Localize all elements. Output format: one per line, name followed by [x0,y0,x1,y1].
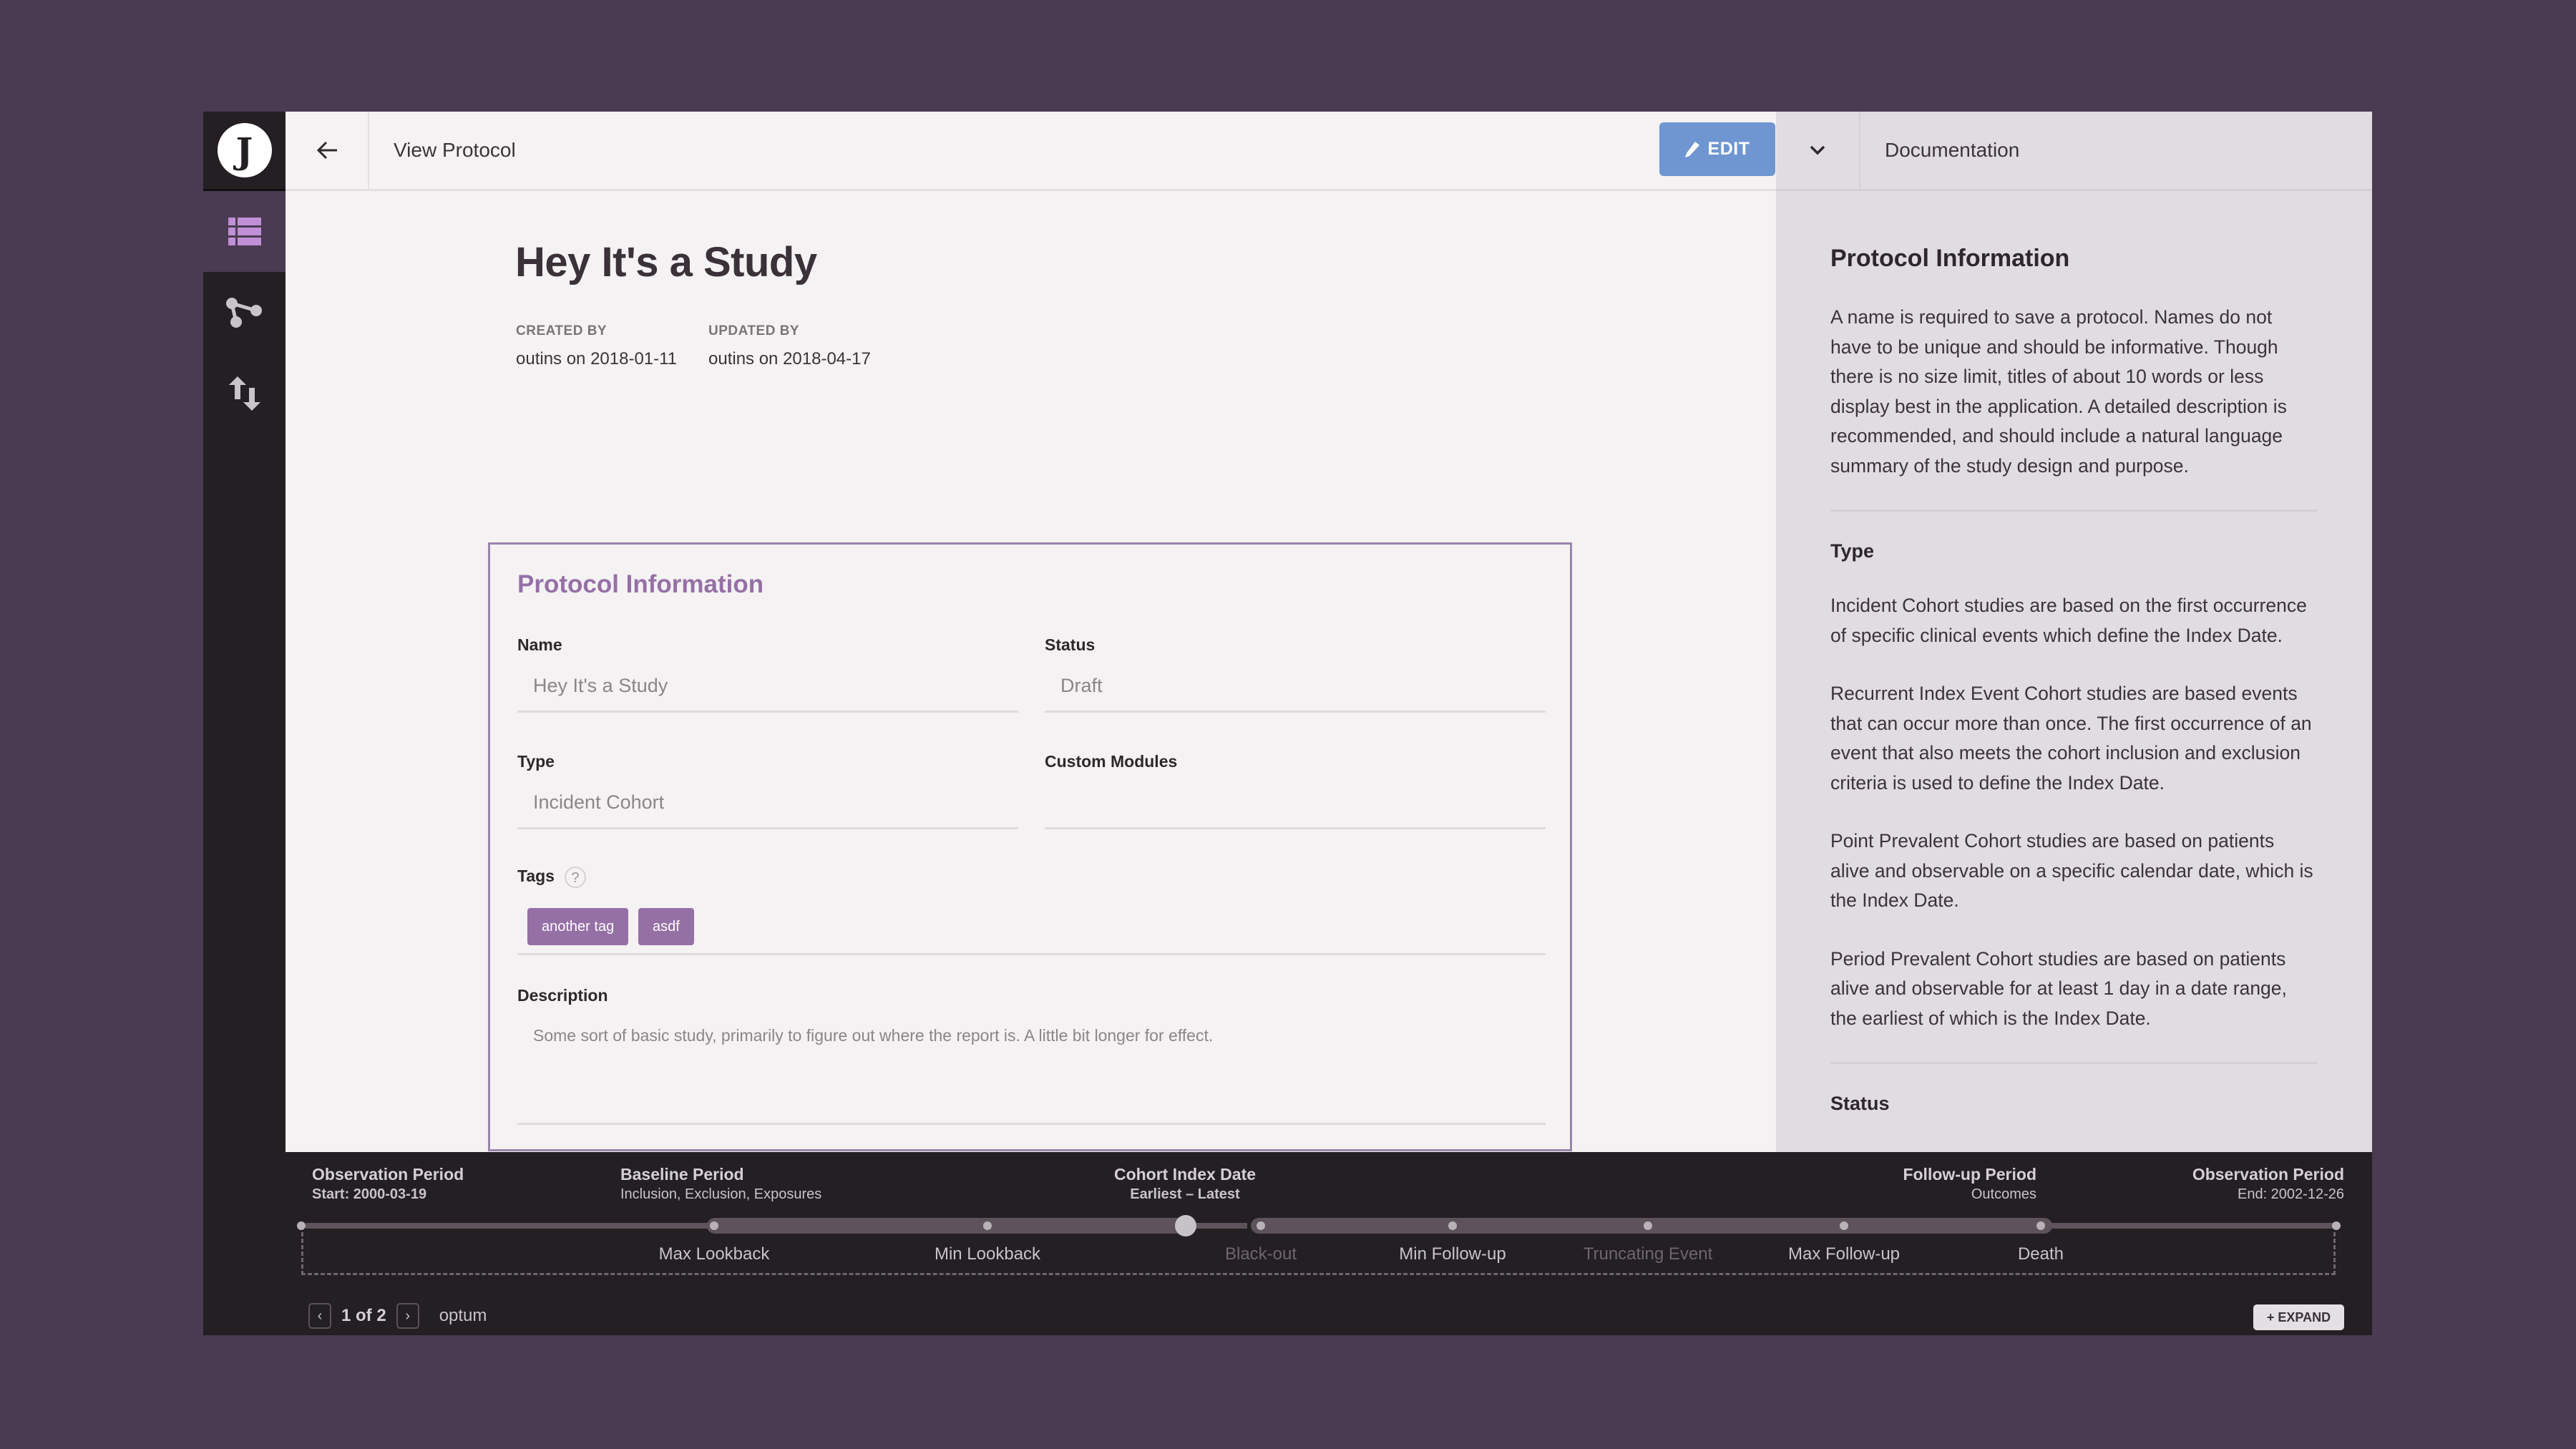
baseline-track [707,1218,1186,1234]
min-followup-label: Min Follow-up [1399,1244,1506,1264]
max-lookback-point[interactable] [710,1221,718,1230]
type-field[interactable]: Incident Cohort [517,781,1018,829]
blackout-point[interactable] [1257,1221,1265,1230]
type-label: Type [517,752,555,771]
obs-end-date: End: 2002-12-26 [2237,1186,2344,1202]
docs-divider [1830,509,2317,512]
min-lookback-label: Min Lookback [934,1244,1041,1264]
docs-status-heading: Status [1830,1093,1890,1114]
protocol-information-card: Protocol Information Name Hey It's a Stu… [488,542,1572,1151]
baseline-title: Baseline Period [620,1165,744,1184]
sidebar: J [203,112,286,1335]
description-label: Description [517,986,608,1005]
created-by: CREATED BY outins on 2018-01-11 [516,323,677,369]
help-icon[interactable]: ? [564,867,586,888]
share-nodes-icon [225,297,262,328]
edit-button[interactable]: EDIT [1659,122,1775,176]
obs-end-title: Observation Period [2192,1165,2344,1184]
sidebar-item-transfer[interactable] [203,353,286,434]
max-followup-point[interactable] [1840,1221,1848,1230]
chevron-down-icon [1810,145,1825,155]
updated-by: UPDATED BY outins on 2018-04-17 [708,323,871,369]
tags-divider [517,953,1546,955]
truncating-event-label: Truncating Event [1583,1244,1713,1264]
followup-sub: Outcomes [1971,1186,2036,1202]
description-field[interactable]: Some sort of basic study, primarily to f… [517,1015,1546,1125]
expand-button[interactable]: + EXPAND [2253,1304,2344,1330]
app-window: J View Protocol EDIT Hey It's a Study CR… [203,112,2372,1335]
min-lookback-point[interactable] [983,1221,992,1230]
top-bar: View Protocol EDIT ACTIONS [286,112,1951,191]
blackout-label: Black-out [1224,1244,1297,1264]
blackout-track [1194,1223,1247,1229]
docs-paragraph: Period Prevalent Cohort studies are base… [1830,947,2287,1029]
index-date-title: Cohort Index Date [1113,1165,1257,1184]
death-point[interactable] [2036,1221,2045,1230]
main-content: Hey It's a Study CREATED BY outins on 20… [286,191,1776,1335]
min-followup-point[interactable] [1448,1221,1457,1230]
docs-paragraph: Point Prevalent Cohort studies are based… [1830,830,2313,911]
docs-paragraph: Incident Cohort studies are based on the… [1830,595,2307,646]
obs-end-point [2332,1221,2341,1230]
page-title: Hey It's a Study [515,239,817,286]
sort-arrows-icon [228,376,260,411]
pencil-icon [1684,141,1699,157]
source-pager: ‹ 1 of 2 › optum [308,1303,487,1329]
custom-modules-label: Custom Modules [1045,752,1178,771]
followup-title: Follow-up Period [1903,1165,2036,1184]
page-indicator: 1 of 2 [341,1306,386,1325]
chevron-right-icon: › [405,1307,411,1324]
sidebar-item-workflows[interactable] [203,272,286,353]
created-by-label: CREATED BY [516,323,608,338]
updated-by-value: outins on 2018-04-17 [708,349,871,369]
docs-divider [1830,1062,2317,1064]
sidebar-item-protocols[interactable] [203,191,286,272]
tags-label-row: Tags? [517,867,586,888]
protocol-information-title: Protocol Information [517,570,764,598]
collapse-docs-button[interactable] [1776,112,1860,189]
docs-intro: A name is required to save a protocol. N… [1830,306,2287,477]
name-label: Name [517,635,562,654]
obs-start-date: Start: 2000-03-19 [312,1186,427,1202]
created-by-value: outins on 2018-01-11 [516,349,678,369]
documentation-title: Documentation [1885,139,2020,161]
obs-start-point [297,1221,306,1230]
index-date-range: Earliest – Latest [1130,1186,1240,1202]
max-lookback-label: Max Lookback [658,1244,770,1264]
baseline-sub: Inclusion, Exclusion, Exposures [620,1186,822,1202]
next-page-button[interactable]: › [396,1303,419,1329]
status-field[interactable]: Draft [1045,664,1546,713]
tag-chip[interactable]: asdf [638,908,694,945]
obs-start-title: Observation Period [312,1165,464,1184]
tags-label: Tags [517,867,555,886]
prev-page-button[interactable]: ‹ [308,1303,331,1329]
app-logo[interactable]: J [203,112,286,191]
documentation-body: Protocol Information A name is required … [1830,245,2317,1143]
tag-chip[interactable]: another tag [527,908,629,945]
obs-start-track [306,1223,712,1229]
index-date-handle[interactable] [1175,1215,1196,1236]
docs-paragraph: Recurrent Index Event Cohort studies are… [1830,683,2312,794]
page-header-title: View Protocol [394,139,516,161]
max-followup-label: Max Follow-up [1787,1244,1901,1264]
truncating-event-point[interactable] [1644,1221,1652,1230]
logo-icon: J [217,123,272,177]
edit-button-label: EDIT [1707,139,1750,159]
list-icon [228,217,261,245]
back-button[interactable] [286,112,369,189]
docs-heading: Protocol Information [1830,245,2070,272]
study-timeline: Observation Period Start: 2000-03-19 Bas… [286,1152,2372,1335]
obs-end-track [2046,1223,2337,1229]
updated-by-label: UPDATED BY [708,323,800,338]
arrow-left-icon [316,141,337,160]
custom-modules-field[interactable] [1045,781,1546,829]
docs-type-heading: Type [1830,540,1875,562]
chevron-left-icon: ‹ [317,1307,323,1324]
name-field[interactable]: Hey It's a Study [517,664,1018,713]
documentation-header: Documentation [1776,112,2372,191]
death-label: Death [2017,1244,2064,1264]
data-source-name: optum [439,1306,487,1325]
status-label: Status [1045,635,1096,654]
